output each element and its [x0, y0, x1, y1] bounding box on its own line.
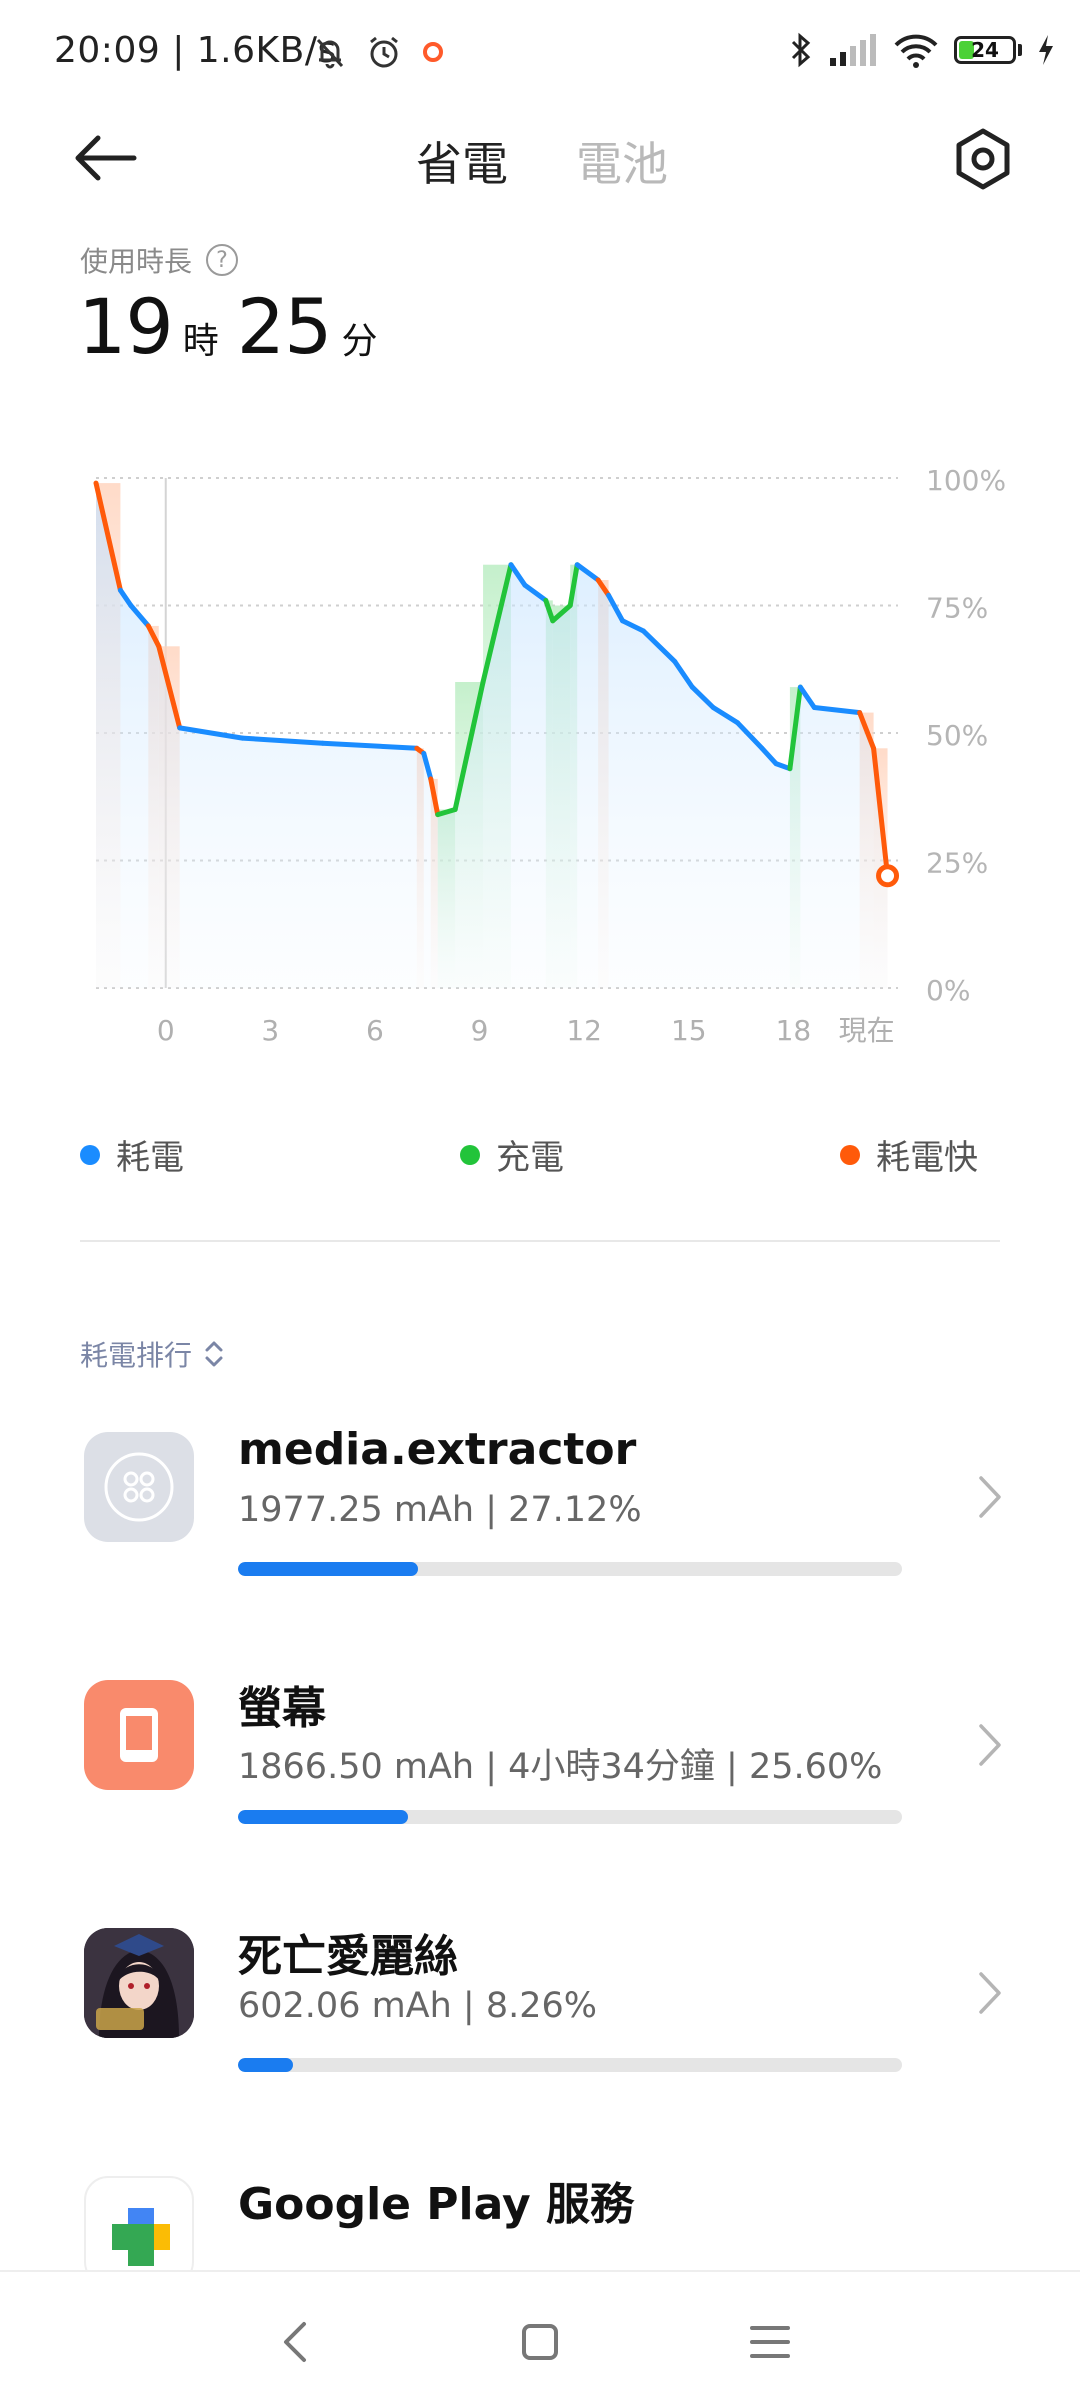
usage-bar-fill: [238, 1562, 419, 1576]
ranking-label: 耗電排行: [80, 1339, 193, 1372]
app-name: 死亡愛麗絲: [238, 1931, 458, 1982]
x-tick-label: 3: [261, 1014, 279, 1047]
x-tick-label: 現在: [839, 1014, 895, 1047]
status-icons-left: [310, 30, 448, 74]
status-time: 20:09 | 1.6KB/s: [54, 30, 337, 71]
charging-bolt-icon: [1039, 35, 1053, 65]
y-tick-label: 25%: [926, 847, 988, 880]
chart-markers: [876, 864, 900, 888]
legend-fast-dot: [840, 1144, 860, 1165]
bluetooth-icon: [791, 32, 811, 68]
x-tick-label: 6: [366, 1014, 384, 1047]
usage-minutes: 25: [236, 282, 333, 371]
usage-bar: [238, 2058, 902, 2072]
status-icons-right: 24: [788, 28, 1056, 72]
recording-dot-icon: [423, 42, 443, 62]
nav-back-icon[interactable]: [266, 2312, 326, 2372]
app-name: media.extractor: [238, 1424, 637, 1475]
app-detail: 1866.50 mAh | 4小時34分鐘 | 25.60%: [238, 1747, 883, 1787]
y-tick-label: 0%: [926, 974, 970, 1007]
legend-charging: 充電: [460, 1130, 564, 1179]
signal-icon: [830, 34, 876, 66]
system-app-icon: [84, 1432, 194, 1542]
sort-ranking-toggle[interactable]: 耗電排行: [80, 1334, 226, 1374]
nav-recents-icon[interactable]: [740, 2312, 800, 2372]
system-navigation-bar: [0, 2270, 1080, 2402]
game-icon: [84, 1928, 194, 2038]
chevron-right-icon: [979, 1724, 1001, 1766]
app-row-google-play-services[interactable]: Google Play 服務: [0, 2176, 1080, 2270]
divider: [80, 1240, 1000, 1242]
y-tick-label: 75%: [926, 592, 988, 625]
legend-fast-drain: 耗電快: [840, 1130, 978, 1179]
current-level-marker: [876, 864, 900, 888]
chart-x-ticks: 0 3 6 9 12 15 18 現在: [157, 1014, 895, 1047]
battery-indicator: 24: [954, 36, 1022, 64]
battery-level-chart: 100% 75% 50% 25% 0% 0 3 6 9 12 15 18 現在: [93, 464, 1006, 1047]
usage-bar-fill: [238, 1810, 408, 1824]
legend-fast-label: 耗電快: [876, 1138, 978, 1178]
usage-label-text: 使用時長: [80, 245, 193, 278]
nav-home-icon[interactable]: [510, 2312, 570, 2372]
tab-power-saving[interactable]: 省電: [416, 128, 508, 194]
app-name: 螢幕: [238, 1683, 326, 1734]
legend-charging-dot: [460, 1144, 480, 1165]
y-tick-label: 50%: [926, 719, 988, 752]
x-tick-label: 15: [671, 1014, 707, 1047]
x-tick-label: 12: [566, 1014, 602, 1047]
alarm-icon: [370, 36, 398, 68]
usage-duration-label: 使用時長 ?: [80, 240, 239, 280]
usage-hours: 19: [78, 282, 174, 371]
settings-gear-icon[interactable]: [950, 126, 1016, 192]
legend-normal-label: 耗電: [116, 1138, 184, 1178]
chevron-right-icon: [979, 1972, 1001, 2014]
usage-minutes-unit: 分: [341, 321, 378, 362]
legend-normal-dot: [80, 1144, 100, 1165]
wifi-icon: [894, 34, 938, 68]
app-detail: 602.06 mAh | 8.26%: [238, 1986, 598, 2026]
app-row-screen[interactable]: 螢幕 1866.50 mAh | 4小時34分鐘 | 25.60%: [0, 1680, 1080, 1900]
mute-bell-icon: [316, 38, 344, 69]
screen-icon: [84, 1680, 194, 1790]
sort-arrows-icon: [205, 1341, 223, 1367]
usage-bar: [238, 1562, 902, 1576]
app-row-media-extractor[interactable]: media.extractor 1977.25 mAh | 27.12%: [0, 1424, 1080, 1652]
chart-y-ticks: 100% 75% 50% 25% 0%: [926, 464, 1006, 1007]
google-play-services-icon: [84, 2176, 194, 2270]
y-tick-label: 100%: [926, 464, 1006, 497]
chevron-right-icon: [979, 1476, 1001, 1518]
app-row-game[interactable]: 死亡愛麗絲 602.06 mAh | 8.26%: [0, 1928, 1080, 2148]
x-tick-label: 9: [471, 1014, 489, 1047]
back-button[interactable]: [70, 128, 140, 188]
tab-battery[interactable]: 電池: [576, 128, 668, 194]
usage-bar-fill: [238, 2058, 293, 2072]
usage-bar: [238, 1810, 902, 1824]
legend-normal: 耗電: [80, 1130, 184, 1179]
battery-level: 24: [971, 38, 999, 62]
help-icon[interactable]: ?: [206, 244, 239, 276]
usage-hours-unit: 時: [182, 321, 219, 362]
app-name: Google Play 服務: [238, 2179, 634, 2230]
x-tick-label: 0: [157, 1014, 175, 1047]
app-detail: 1977.25 mAh | 27.12%: [238, 1490, 642, 1530]
x-tick-label: 18: [776, 1014, 812, 1047]
usage-duration-value: 19 時 25 分: [78, 282, 395, 371]
legend-charging-label: 充電: [496, 1138, 564, 1178]
